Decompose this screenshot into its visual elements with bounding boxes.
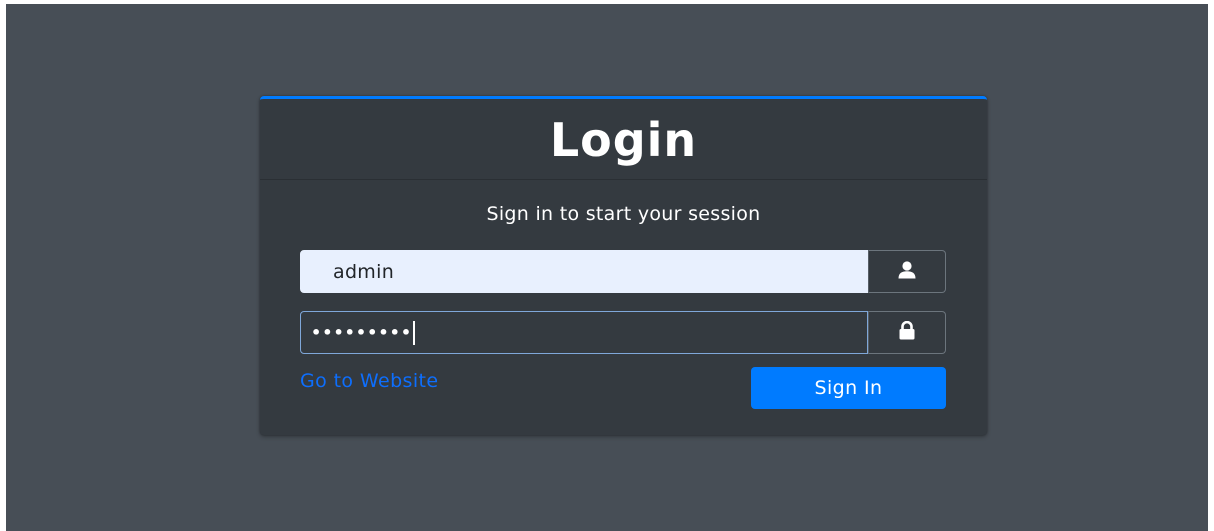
password-input[interactable]: ••••••••• (300, 311, 868, 354)
username-value: admin (333, 260, 395, 283)
password-masked-value: ••••••••• (311, 323, 413, 342)
user-icon (897, 260, 917, 283)
username-input[interactable]: admin (300, 250, 868, 293)
username-addon (868, 250, 946, 293)
go-to-website-link[interactable]: Go to Website (300, 370, 438, 392)
card-header: Login (260, 99, 987, 180)
login-card: Login Sign in to start your session admi… (260, 96, 987, 435)
username-input-group: admin (300, 250, 946, 293)
sign-in-button[interactable]: Sign In (751, 367, 946, 409)
login-subtitle: Sign in to start your session (486, 203, 761, 225)
text-cursor (413, 320, 416, 345)
page-background: Login Sign in to start your session admi… (6, 4, 1208, 531)
login-title: Login (549, 113, 698, 167)
password-input-group: ••••••••• (300, 311, 946, 354)
lock-icon (898, 320, 916, 344)
password-addon (868, 311, 946, 354)
